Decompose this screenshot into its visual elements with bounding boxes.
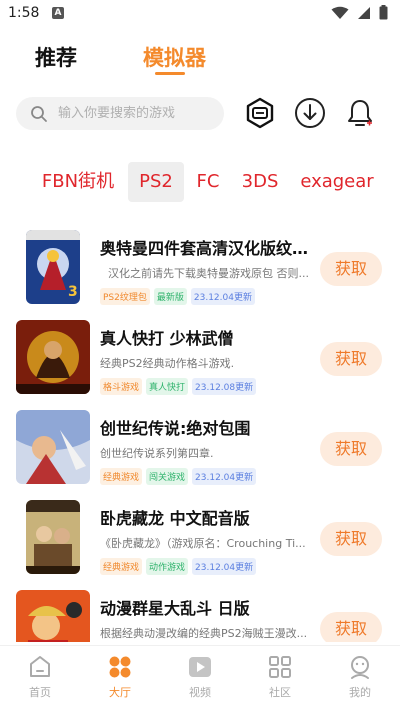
game-cover bbox=[26, 500, 80, 574]
game-console-icon[interactable] bbox=[244, 97, 276, 129]
bell-icon[interactable] bbox=[344, 97, 376, 129]
search-input[interactable] bbox=[58, 97, 218, 130]
game-title: 动漫群星大乱斗 日版 bbox=[100, 599, 250, 618]
search-box[interactable] bbox=[16, 97, 224, 130]
game-title: 真人快打 少林武僧 bbox=[100, 329, 234, 348]
tag: 格斗游戏 bbox=[100, 378, 143, 395]
tag: PS2纹理包 bbox=[100, 288, 150, 305]
game-cover bbox=[16, 320, 90, 394]
svg-text:3: 3 bbox=[68, 284, 78, 300]
game-tags: 经典游戏 动作游戏 23.12.04更新 bbox=[100, 558, 257, 575]
top-tabs: 推荐 模拟器 bbox=[0, 38, 400, 78]
search-icon bbox=[31, 106, 47, 122]
platform-fbn[interactable]: FBN街机 bbox=[37, 162, 119, 202]
home-icon bbox=[30, 656, 50, 677]
status-bar: 1:58 A bbox=[0, 0, 400, 28]
tag: 动作游戏 bbox=[146, 558, 189, 575]
nav-video[interactable]: 视频 bbox=[170, 654, 230, 706]
community-icon bbox=[269, 656, 291, 678]
platform-fc[interactable]: FC bbox=[190, 162, 226, 202]
nav-community[interactable]: 社区 bbox=[250, 654, 310, 706]
nav-label: 社区 bbox=[269, 686, 291, 699]
hall-icon bbox=[109, 656, 131, 678]
nav-mine[interactable]: 我的 bbox=[330, 654, 390, 706]
game-description: 根据经典动漫改编的经典PS2海贼王漫改... bbox=[100, 627, 308, 640]
game-tags: 经典游戏 闯关游戏 23.12.04更新 bbox=[100, 468, 257, 485]
game-cover bbox=[16, 410, 90, 484]
game-description: 经典PS2经典动作格斗游戏. bbox=[100, 357, 235, 370]
get-button[interactable]: 获取 bbox=[320, 252, 382, 286]
tab-recommend[interactable]: 推荐 bbox=[35, 42, 77, 72]
game-description: 汉化之前请先下载奥特曼游戏原包 否则... bbox=[108, 267, 309, 280]
nav-label: 我的 bbox=[349, 686, 371, 699]
wifi-icon bbox=[331, 6, 349, 19]
game-cover bbox=[16, 590, 90, 642]
game-description: 《卧虎藏龙》（游戏原名：Crouching Ti... bbox=[100, 537, 306, 550]
game-cover: 3 bbox=[26, 230, 80, 304]
game-title: 奥特曼四件套高清汉化版纹... bbox=[100, 239, 310, 258]
get-button[interactable]: 获取 bbox=[320, 342, 382, 376]
signal-icon bbox=[358, 6, 370, 19]
platform-ps2[interactable]: PS2 bbox=[128, 162, 184, 202]
battery-icon bbox=[379, 5, 388, 20]
nav-home[interactable]: 首页 bbox=[10, 654, 70, 706]
game-list: 3 奥特曼四件套高清汉化版纹... 汉化之前请先下载奥特曼游戏原包 否则... … bbox=[0, 224, 400, 642]
app-notification-icon: A bbox=[52, 7, 64, 19]
tag: 经典游戏 bbox=[100, 468, 143, 485]
tag: 最新版 bbox=[153, 288, 187, 305]
list-item[interactable]: 真人快打 少林武僧 经典PS2经典动作格斗游戏. 格斗游戏 真人快打 23.12… bbox=[0, 320, 400, 410]
list-item[interactable]: 3 奥特曼四件套高清汉化版纹... 汉化之前请先下载奥特曼游戏原包 否则... … bbox=[0, 230, 400, 320]
download-icon[interactable] bbox=[294, 97, 326, 129]
mine-icon bbox=[351, 656, 369, 679]
tag: 23.12.08更新 bbox=[192, 378, 257, 395]
game-description: 创世纪传说系列第四章. bbox=[100, 447, 214, 460]
list-item[interactable]: 创世纪传说:绝对包围 创世纪传说系列第四章. 经典游戏 闯关游戏 23.12.0… bbox=[0, 410, 400, 500]
active-tab-indicator bbox=[155, 72, 185, 75]
game-title: 卧虎藏龙 中文配音版 bbox=[100, 509, 250, 528]
tag: 23.12.04更新 bbox=[190, 288, 255, 305]
get-button[interactable]: 获取 bbox=[320, 522, 382, 556]
bottom-nav: 首页 大厅 视频 社区 我的 bbox=[0, 645, 400, 710]
tab-emulator[interactable]: 模拟器 bbox=[143, 42, 206, 72]
game-tags: PS2纹理包 最新版 23.12.04更新 bbox=[100, 288, 255, 305]
list-item[interactable]: 卧虎藏龙 中文配音版 《卧虎藏龙》（游戏原名：Crouching Ti... 经… bbox=[0, 500, 400, 590]
platform-filter: FBN街机 PS2 FC 3DS exagear bbox=[0, 162, 400, 202]
search-row bbox=[0, 96, 400, 132]
nav-hall[interactable]: 大厅 bbox=[90, 654, 150, 706]
tag: 闯关游戏 bbox=[146, 468, 189, 485]
status-time: 1:58 bbox=[8, 5, 40, 21]
tag: 23.12.04更新 bbox=[192, 558, 257, 575]
tag: 23.12.04更新 bbox=[192, 468, 257, 485]
tag: 经典游戏 bbox=[100, 558, 143, 575]
platform-exagear[interactable]: exagear bbox=[294, 162, 380, 202]
nav-label: 视频 bbox=[189, 686, 211, 699]
list-item[interactable]: 动漫群星大乱斗 日版 根据经典动漫改编的经典PS2海贼王漫改... 获取 bbox=[0, 590, 400, 642]
get-button[interactable]: 获取 bbox=[320, 432, 382, 466]
tag: 真人快打 bbox=[146, 378, 189, 395]
game-tags: 格斗游戏 真人快打 23.12.08更新 bbox=[100, 378, 257, 395]
nav-label: 大厅 bbox=[109, 686, 131, 699]
nav-label: 首页 bbox=[29, 686, 51, 699]
get-button[interactable]: 获取 bbox=[320, 612, 382, 642]
status-indicators bbox=[331, 5, 388, 20]
video-icon bbox=[189, 657, 211, 677]
game-title: 创世纪传说:绝对包围 bbox=[100, 419, 251, 438]
platform-3ds[interactable]: 3DS bbox=[236, 162, 284, 202]
